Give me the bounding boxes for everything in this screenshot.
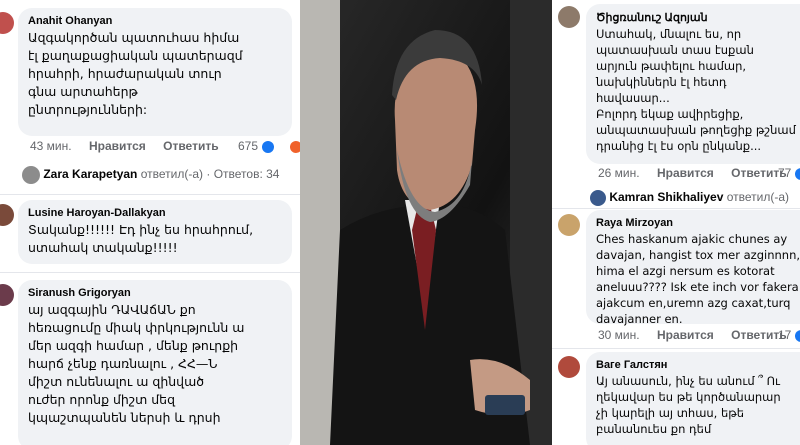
comment-bubble: Ծիցռանուշ Ազոյան Ստահակ, մնալու ես, որ պ… [586, 4, 800, 164]
comment-time: 43 мин. [30, 139, 72, 153]
comment-text: Ազգակործան պատուհաս հիմա էլ քաղաքացիական… [28, 30, 243, 117]
reply-author: Kamran Shikhaliyev [609, 190, 724, 205]
comment-text: այ ազգային ԴԱՎԱճԱՆ քո հեռացումը միակ փրկ… [28, 302, 245, 425]
avatar[interactable] [0, 204, 14, 226]
replies-link[interactable]: Zara Karapetyan ответил(-а) · Ответов: 3… [22, 166, 279, 184]
reaction-count: 77 [778, 166, 800, 180]
avatar[interactable] [558, 6, 580, 28]
angry-reaction-icon [290, 140, 300, 153]
comment-author[interactable]: Ваге Галстян [596, 359, 800, 371]
comment-author[interactable]: Raya Mirzoyan [596, 217, 800, 229]
comment-actions: 30 мин. Нравится Ответить [598, 328, 800, 342]
comment-text: Տականք!!!!!! Էդ ինչ ես հրահրում, ստահակ … [28, 222, 254, 255]
comment-time: 30 мин. [598, 328, 640, 342]
avatar [22, 166, 40, 184]
right-comments-panel: Ծիցռանուշ Ազոյան Ստահակ, մնալու ես, որ պ… [552, 0, 800, 445]
comment-author[interactable]: Anahit Ohanyan [28, 15, 282, 27]
avatar[interactable] [558, 214, 580, 236]
like-reaction-icon [262, 140, 275, 153]
reaction-count: 17 [778, 328, 800, 342]
reply-button[interactable]: Ответить [163, 139, 218, 153]
divider [0, 194, 300, 195]
comment-bubble: Anahit Ohanyan Ազգակործան պատուհաս հիմա … [18, 8, 292, 136]
comment-actions: 26 мин. Нравится Ответить [598, 166, 800, 180]
avatar[interactable] [0, 284, 14, 306]
like-button[interactable]: Нравится [657, 166, 714, 180]
divider [552, 208, 800, 209]
like-button[interactable]: Нравится [657, 328, 714, 342]
comment-author[interactable]: Lusine Haroyan-Dallakyan [28, 207, 282, 219]
comment-author[interactable]: Siranush Grigoryan [28, 287, 282, 299]
avatar [590, 190, 606, 206]
comment-bubble: Ваге Галстян Այ անասուն, ինչ ես անում ՞ … [586, 352, 800, 445]
reply-author: Zara Karapetyan [43, 167, 138, 182]
comment-text: Ches haskanum ajakic chunes ay davajan, … [596, 232, 800, 326]
photo-image [300, 0, 552, 445]
reply-count: · Ответов: 34 [206, 167, 280, 182]
reaction-count-value: 77 [778, 166, 792, 180]
comment-text: Այ անասուն, ինչ ես անում ՞ Ու ղեկավար ես… [596, 374, 781, 436]
comment-bubble: Lusine Haroyan-Dallakyan Տականք!!!!!! Էդ… [18, 200, 292, 264]
comment-text: Ստահակ, մնալու ես, որ պատասխան տաս էսքան… [596, 27, 796, 153]
avatar[interactable] [558, 356, 580, 378]
comment-bubble: Siranush Grigoryan այ ազգային ԴԱՎԱճԱՆ քո… [18, 280, 292, 445]
reply-action: ответил(-а) [140, 167, 204, 182]
left-comments-panel: Anahit Ohanyan Ազգակործան պատուհաս հիմա … [0, 0, 300, 445]
like-button[interactable]: Нравится [89, 139, 146, 153]
like-reaction-icon [795, 167, 800, 180]
reply-action: ответил(-а) [726, 190, 790, 205]
divider [552, 348, 800, 349]
comment-actions: 43 мин. Нравится Ответить [30, 139, 233, 153]
reaction-count-value: 675 [238, 139, 259, 153]
comment-bubble: Raya Mirzoyan Ches haskanum ajakic chune… [586, 210, 800, 326]
reaction-count: 675 [238, 139, 300, 153]
comment-author[interactable]: Ծիցռանուշ Ազոյան [596, 11, 800, 24]
avatar[interactable] [0, 12, 14, 34]
comment-time: 26 мин. [598, 166, 640, 180]
divider [0, 272, 300, 273]
news-photo [300, 0, 552, 445]
like-reaction-icon [795, 329, 800, 342]
reaction-count-value: 17 [778, 328, 792, 342]
replies-link[interactable]: Kamran Shikhaliyev ответил(-а) [590, 190, 789, 206]
